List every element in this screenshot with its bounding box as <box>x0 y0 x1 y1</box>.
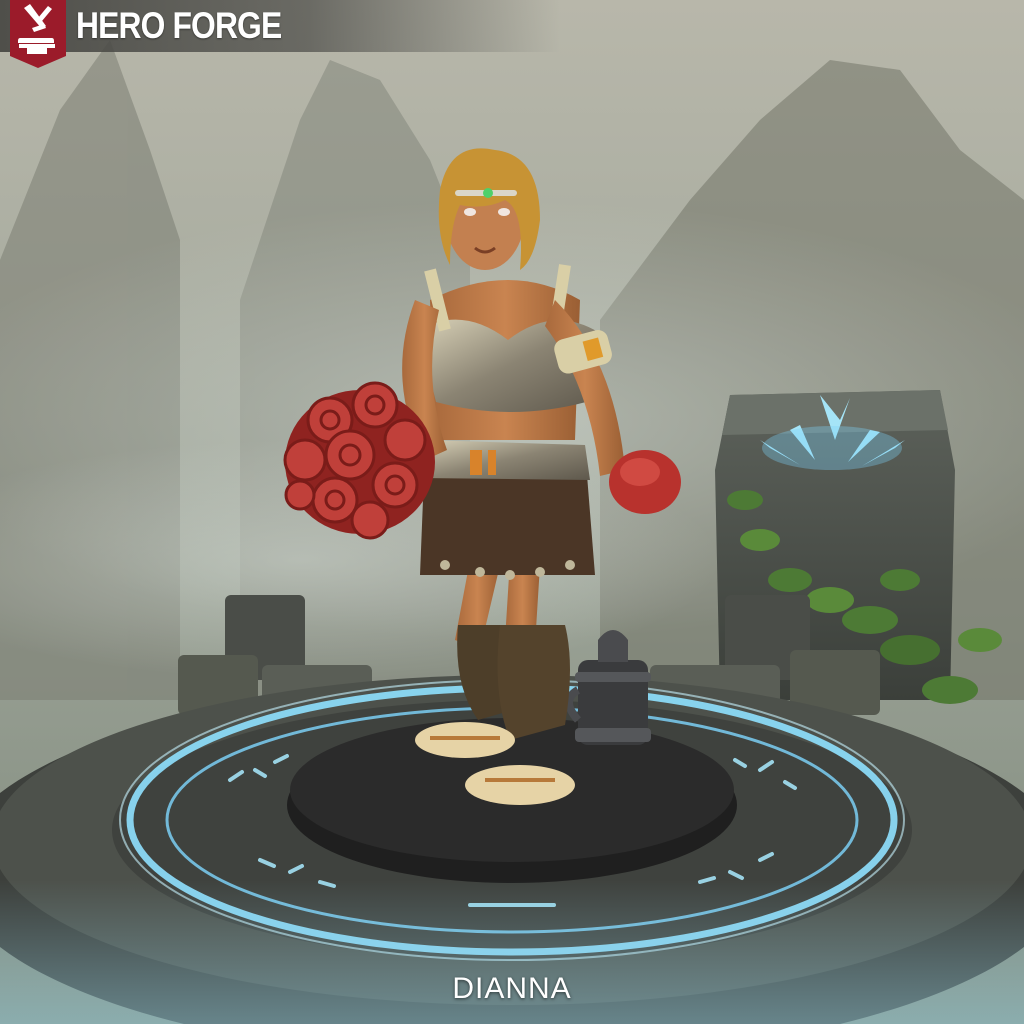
character-name: DIANNA <box>452 972 572 1005</box>
hero-forge-logo[interactable] <box>10 0 66 68</box>
logo-badge-shape <box>10 0 66 68</box>
brand-title: HERO FORGE <box>76 5 282 46</box>
miniature-viewport[interactable] <box>0 0 1024 1024</box>
